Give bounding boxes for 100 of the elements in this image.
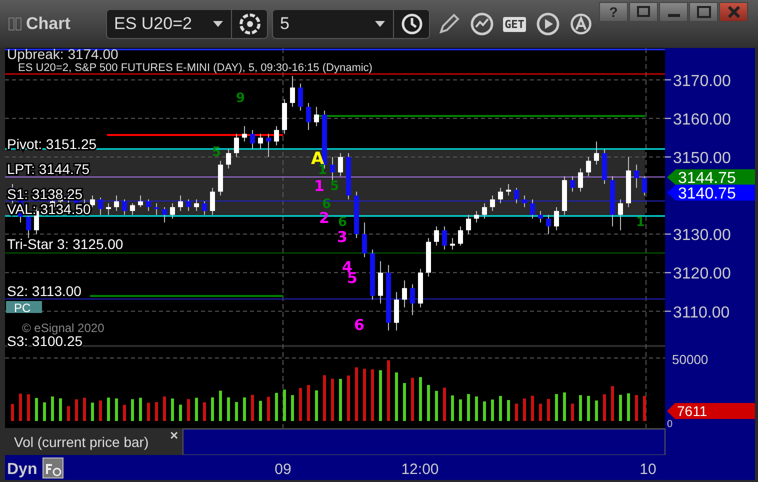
chart-marker: 6 bbox=[338, 215, 348, 230]
window-title: Chart bbox=[26, 14, 70, 34]
level-label: LPT: 3144.75 bbox=[7, 161, 90, 177]
level-label: S2: 3113.00 bbox=[7, 283, 82, 299]
level-label: Tri-Star 3: 3125.00 bbox=[7, 236, 124, 252]
candlestick bbox=[250, 129, 255, 150]
candlestick bbox=[186, 198, 191, 212]
candlestick bbox=[314, 106, 319, 127]
maximize-button[interactable] bbox=[689, 2, 718, 22]
price-tick: 3120.00 bbox=[673, 266, 731, 283]
candlestick bbox=[634, 164, 639, 188]
chart-marker: 3 bbox=[337, 228, 348, 246]
chart-marker: 5 bbox=[330, 179, 340, 194]
candlestick bbox=[178, 195, 183, 212]
price-tick: 3160.00 bbox=[673, 111, 731, 128]
chart-marker: 6 bbox=[322, 197, 332, 212]
candlestick bbox=[162, 206, 167, 224]
candlestick bbox=[474, 210, 479, 224]
candlestick bbox=[298, 83, 303, 112]
candlestick bbox=[154, 202, 159, 216]
maximize-icon bbox=[696, 6, 710, 18]
chart-marker: 1 bbox=[636, 215, 646, 230]
candlestick bbox=[458, 226, 463, 246]
candlestick bbox=[330, 156, 335, 181]
candlestick bbox=[122, 198, 127, 216]
candlestick bbox=[578, 168, 583, 192]
candlestick bbox=[242, 126, 247, 142]
candlestick bbox=[98, 196, 103, 216]
candlestick bbox=[490, 195, 495, 212]
level-label: Upbreak: 3174.00 bbox=[7, 48, 118, 62]
minimize-icon bbox=[668, 14, 680, 17]
candlestick bbox=[290, 75, 295, 108]
chart-marker: 1 bbox=[314, 177, 324, 195]
candlestick bbox=[210, 187, 215, 216]
help-button[interactable]: ? bbox=[599, 2, 628, 22]
chart-title: ES U20=2, S&P 500 FUTURES E-MINI (DAY), 5, 09:30-16:15 (Dynamic) bbox=[18, 62, 372, 74]
candlestick bbox=[26, 214, 31, 238]
price-tag: 3144.75 bbox=[667, 169, 755, 188]
candlestick bbox=[378, 260, 383, 304]
candlestick bbox=[594, 141, 599, 166]
candlestick bbox=[410, 284, 415, 316]
candlestick bbox=[522, 195, 527, 208]
candlestick bbox=[194, 198, 199, 212]
candlestick bbox=[442, 226, 447, 250]
volume-tick: 0 bbox=[667, 419, 673, 430]
candlestick bbox=[130, 202, 135, 216]
refresh-button[interactable] bbox=[232, 9, 268, 39]
candlestick bbox=[642, 176, 647, 196]
minimize-button[interactable] bbox=[659, 2, 688, 22]
candlestick bbox=[538, 210, 543, 224]
close-icon bbox=[726, 6, 740, 18]
get-button[interactable]: GET bbox=[500, 9, 529, 39]
price-tick: 3150.00 bbox=[673, 150, 731, 167]
candlestick bbox=[306, 102, 311, 130]
candlestick bbox=[362, 222, 367, 258]
candlestick bbox=[90, 195, 95, 208]
candlestick bbox=[618, 198, 623, 231]
candlestick bbox=[498, 187, 503, 204]
clock-icon bbox=[400, 12, 424, 36]
candlestick bbox=[138, 195, 143, 208]
candlestick bbox=[586, 156, 591, 177]
candlestick bbox=[234, 133, 239, 158]
close-button[interactable] bbox=[719, 2, 748, 22]
price-tag: 3140.75 bbox=[667, 184, 755, 203]
scale-mode-label[interactable]: Dyn bbox=[7, 461, 38, 478]
clock-button[interactable] bbox=[394, 9, 430, 39]
candlestick bbox=[226, 148, 231, 170]
price-tick: 3130.00 bbox=[673, 227, 731, 244]
symbol-dropdown[interactable]: ES U20=2 bbox=[106, 9, 232, 39]
time-tick: 09 bbox=[274, 461, 292, 478]
caret-icon bbox=[375, 21, 385, 27]
indicator-legend: Vol (current price bar) bbox=[14, 434, 149, 450]
chart-marker: 6 bbox=[354, 316, 364, 334]
candlestick bbox=[106, 202, 111, 216]
candlestick bbox=[146, 198, 151, 212]
restore-button[interactable] bbox=[629, 2, 658, 22]
copyright-text: © eSignal 2020 bbox=[22, 321, 104, 335]
candlestick bbox=[274, 126, 279, 146]
candlestick bbox=[466, 214, 471, 235]
candlestick bbox=[434, 226, 439, 246]
time-tick: 12:00 bbox=[401, 461, 439, 478]
candlestick bbox=[530, 198, 535, 220]
candlestick bbox=[202, 200, 207, 216]
level-label: Pivot: 3151.25 bbox=[7, 136, 97, 152]
interval-dropdown[interactable]: 5 bbox=[272, 9, 394, 39]
candlestick bbox=[402, 280, 407, 308]
close-icon[interactable]: × bbox=[170, 427, 178, 443]
candlestick bbox=[266, 133, 271, 158]
candlestick bbox=[114, 195, 119, 212]
gear-icon bbox=[238, 12, 262, 36]
candlestick bbox=[338, 152, 343, 177]
candlestick bbox=[394, 291, 399, 332]
candlestick bbox=[570, 176, 575, 192]
restore-icon bbox=[636, 6, 650, 18]
grip-icon bbox=[8, 17, 22, 31]
price-tick: 3170.00 bbox=[673, 72, 731, 90]
volume-tick: 50000 bbox=[672, 352, 708, 367]
level-label: S3: 3100.25 bbox=[7, 333, 83, 349]
candlestick bbox=[258, 133, 263, 150]
candlestick bbox=[170, 202, 175, 220]
